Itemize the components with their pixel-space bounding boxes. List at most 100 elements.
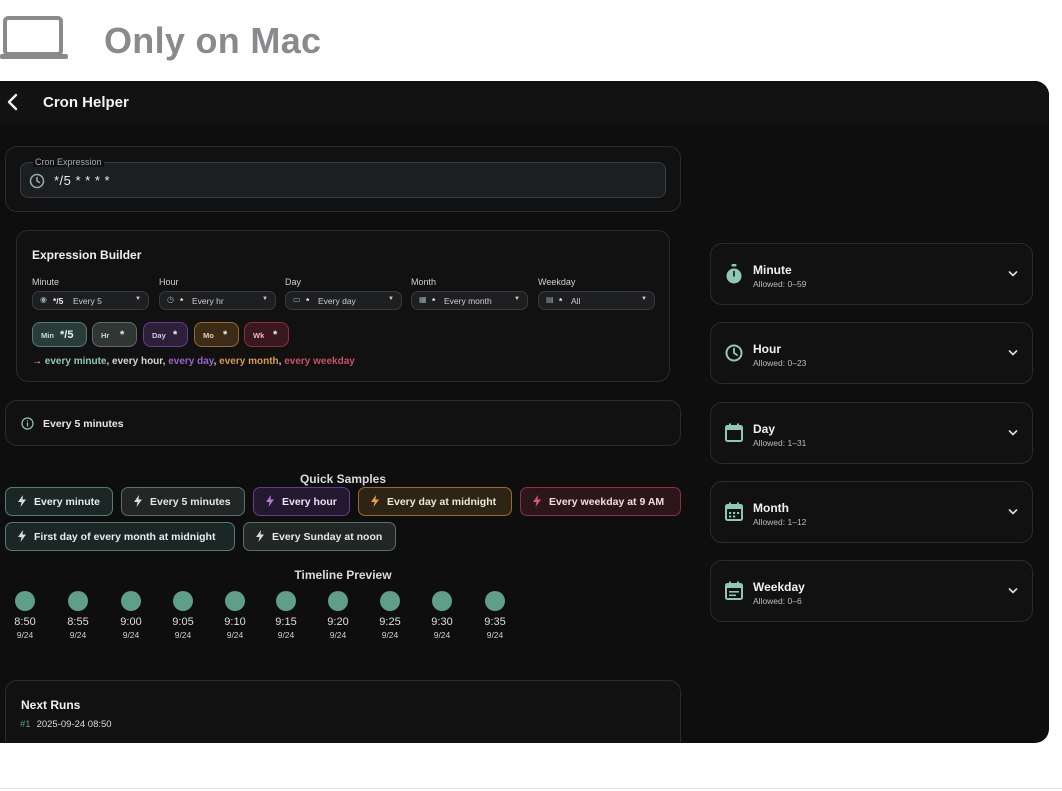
field-panel-name: Minute xyxy=(753,263,792,277)
month-select-text: Every month xyxy=(444,296,492,306)
minute-select-text: Every 5 xyxy=(73,296,102,306)
quick-samples-title: Quick Samples xyxy=(299,472,387,486)
minute-select-value: */5 xyxy=(53,296,64,306)
summary-minute: every minute xyxy=(44,356,107,367)
stopwatch-icon xyxy=(726,264,742,284)
calendar-week-icon xyxy=(725,581,743,600)
chip-month[interactable]: Mo * xyxy=(194,322,239,347)
chip-weekday[interactable]: Wk * xyxy=(244,322,289,347)
chip-day-value: * xyxy=(173,329,178,341)
minute-select[interactable]: ◉ */5 Every 5 ▼ xyxy=(32,291,149,310)
timeline-item: 9:15 9/24 xyxy=(266,591,306,640)
title-bar: Cron Helper xyxy=(0,81,1049,123)
sample-label: Every hour xyxy=(282,496,337,508)
bolt-icon xyxy=(134,495,142,507)
timeline-dot xyxy=(173,591,193,611)
sample-every-day-at-midnight[interactable]: Every day at midnight xyxy=(358,487,512,516)
sample-every-weekday-at-9am[interactable]: Every weekday at 9 AM xyxy=(520,487,681,516)
sample-every-hour[interactable]: Every hour xyxy=(253,487,350,516)
field-panel-month[interactable]: Month Allowed: 1–12 xyxy=(710,481,1033,543)
caption-text: Only on Mac xyxy=(104,20,322,61)
timeline-item: 9:35 9/24 xyxy=(475,591,515,640)
timeline-dot xyxy=(328,591,348,611)
sample-every-sunday-at-noon[interactable]: Every Sunday at noon xyxy=(243,522,396,551)
field-panel-name: Weekday xyxy=(753,580,805,594)
month-select[interactable]: ▦ * Every month ▼ xyxy=(411,291,528,310)
chip-hour-key: Hr xyxy=(101,331,110,340)
day-select[interactable]: ▭ * Every day ▼ xyxy=(285,291,402,310)
chip-hour-value: * xyxy=(120,329,125,341)
calendar-icon: ▭ xyxy=(293,295,301,304)
timeline-date: 9/24 xyxy=(226,630,244,640)
bolt-icon xyxy=(18,495,26,507)
timeline-time: 9:35 xyxy=(484,616,506,628)
description-card: Every 5 minutes xyxy=(5,400,681,446)
calendar-week-icon: ▤ xyxy=(546,295,554,304)
timeline-dot xyxy=(276,591,296,611)
sample-every-5-minutes[interactable]: Every 5 minutes xyxy=(121,487,245,516)
chevron-down-icon: ▼ xyxy=(514,296,520,302)
timeline-time: 9:10 xyxy=(224,616,246,628)
field-panel-allowed: Allowed: 0–59 xyxy=(753,279,807,289)
field-panel-weekday[interactable]: Weekday Allowed: 0–6 xyxy=(710,560,1033,622)
chip-hour[interactable]: Hr * xyxy=(92,322,137,347)
summary-day: every day xyxy=(168,356,214,367)
hour-select-text: Every hr xyxy=(192,296,224,306)
chevron-down-icon: ▼ xyxy=(641,296,647,302)
timeline-time: 8:55 xyxy=(67,616,89,628)
builder-title: Expression Builder xyxy=(32,248,142,262)
summary-separator: , xyxy=(213,356,217,367)
timeline-dot xyxy=(225,591,245,611)
bolt-icon xyxy=(256,530,264,542)
chip-day[interactable]: Day * xyxy=(143,322,188,347)
sample-label: Every 5 minutes xyxy=(150,496,231,508)
timeline-date: 9/24 xyxy=(486,630,504,640)
field-panel-allowed: Allowed: 0–6 xyxy=(753,596,802,606)
timeline-item: 8:55 9/24 xyxy=(58,591,98,640)
timeline-item: 9:05 9/24 xyxy=(163,591,203,640)
field-panel-hour[interactable]: Hour Allowed: 0–23 xyxy=(710,322,1033,384)
back-button[interactable] xyxy=(2,91,22,113)
timeline-item: 9:10 9/24 xyxy=(215,591,255,640)
timeline-item: 9:20 9/24 xyxy=(318,591,358,640)
field-panel-allowed: Allowed: 0–23 xyxy=(753,358,807,368)
timeline-time: 9:15 xyxy=(275,616,297,628)
timeline-time: 9:25 xyxy=(379,616,401,628)
day-select-text: Every day xyxy=(318,296,356,306)
timeline-time: 8:50 xyxy=(14,616,36,628)
timeline-date: 9/24 xyxy=(69,630,87,640)
chip-month-key: Mo xyxy=(203,331,214,340)
calendar-icon xyxy=(725,423,743,442)
field-panel-day[interactable]: Day Allowed: 1–31 xyxy=(710,402,1033,464)
next-runs-title: Next Runs xyxy=(21,698,81,712)
cron-expression-input[interactable]: */5 * * * * xyxy=(20,162,666,198)
chip-weekday-key: Wk xyxy=(253,331,265,340)
calendar-month-icon xyxy=(725,502,743,521)
cron-expression-label: Cron Expression xyxy=(33,157,104,167)
chip-weekday-value: * xyxy=(273,329,278,341)
bolt-icon xyxy=(266,495,274,507)
field-panel-minute[interactable]: Minute Allowed: 0–59 xyxy=(710,243,1033,305)
timeline-date: 9/24 xyxy=(122,630,140,640)
chip-minute[interactable]: Min */5 xyxy=(32,322,87,347)
clock-icon xyxy=(29,173,45,189)
chevron-down-icon xyxy=(1008,271,1018,277)
hour-select[interactable]: ◷ * Every hr ▼ xyxy=(159,291,276,310)
bolt-icon xyxy=(533,495,541,507)
laptop-icon xyxy=(0,16,68,59)
timeline-date: 9/24 xyxy=(174,630,192,640)
timeline-dot xyxy=(380,591,400,611)
timeline-date: 9/24 xyxy=(381,630,399,640)
timeline-time: 9:00 xyxy=(120,616,142,628)
bolt-icon xyxy=(18,530,26,542)
chevron-down-icon: ▼ xyxy=(388,296,394,302)
day-select-value: * xyxy=(306,296,310,306)
sample-every-minute[interactable]: Every minute xyxy=(5,487,113,516)
chevron-down-icon xyxy=(1008,350,1018,356)
sample-label: Every Sunday at noon xyxy=(272,531,383,543)
weekday-select[interactable]: ▤ * All ▼ xyxy=(538,291,655,310)
chevron-down-icon xyxy=(1008,430,1018,436)
sample-first-day-of-month[interactable]: First day of every month at midnight xyxy=(5,522,235,551)
timeline-time: 9:05 xyxy=(172,616,194,628)
sample-label: Every day at midnight xyxy=(387,496,497,508)
